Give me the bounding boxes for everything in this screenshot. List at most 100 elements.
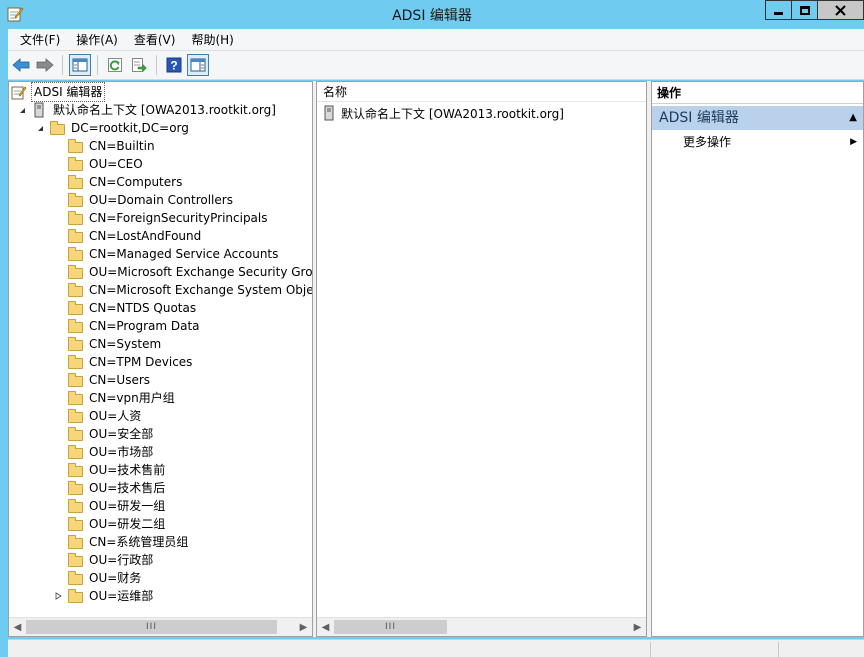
folder-icon <box>67 552 83 568</box>
tree-node-label: OU=财务 <box>89 571 142 585</box>
collapse-icon[interactable] <box>35 119 45 137</box>
scroll-right-arrow-icon[interactable]: ▶ <box>295 618 312 636</box>
folder-icon <box>67 444 83 460</box>
menu-bar: 文件(F) 操作(A) 查看(V) 帮助(H) <box>8 29 864 51</box>
export-list-button[interactable] <box>128 54 150 76</box>
action-group-label: ADSI 编辑器 <box>659 110 739 126</box>
forward-icon <box>36 58 54 72</box>
maximize-button[interactable] <box>791 0 818 20</box>
tree-node[interactable]: CN=Program Data <box>53 317 202 335</box>
close-button[interactable] <box>817 0 864 20</box>
tree-node-label: CN=ForeignSecurityPrincipals <box>89 211 268 225</box>
tree-node[interactable]: CN=TPM Devices <box>53 353 194 371</box>
folder-icon <box>67 210 83 226</box>
tree-node[interactable]: CN=vpn用户组 <box>53 389 177 407</box>
tree-node-label: CN=vpn用户组 <box>89 391 175 405</box>
tree-node[interactable]: OU=Microsoft Exchange Security Grou <box>53 263 312 281</box>
tree-node-label: OU=研发一组 <box>89 499 166 513</box>
tree-root-node[interactable]: ADSI 编辑器 <box>11 82 106 102</box>
title-bar: ADSI 编辑器 <box>0 0 864 28</box>
tree-node[interactable]: OU=Domain Controllers <box>53 191 235 209</box>
tree-node[interactable]: CN=Microsoft Exchange System Objec <box>53 281 312 299</box>
tree-domain-node[interactable]: DC=rootkit,DC=org <box>35 119 191 137</box>
back-icon <box>12 58 30 72</box>
tree-node-label: CN=Users <box>89 373 151 387</box>
folder-icon <box>67 318 83 334</box>
more-actions-label: 更多操作 <box>683 135 732 149</box>
toolbar-separator <box>62 55 63 75</box>
show-hide-action-pane-button[interactable] <box>187 54 209 76</box>
tree-node-label: OU=Microsoft Exchange Security Grou <box>89 265 312 279</box>
scrollbar-thumb[interactable]: III <box>334 620 447 634</box>
tree-node[interactable]: OU=研发一组 <box>53 497 167 515</box>
folder-icon <box>67 264 83 280</box>
column-header-name[interactable]: 名称 <box>317 82 646 102</box>
tree-node[interactable]: CN=LostAndFound <box>53 227 203 245</box>
window-title: ADSI 编辑器 <box>392 8 472 24</box>
scroll-left-arrow-icon[interactable]: ◀ <box>9 618 26 636</box>
tree-node[interactable]: OU=研发二组 <box>53 515 167 533</box>
back-button[interactable] <box>10 54 32 76</box>
folder-icon <box>67 588 83 604</box>
scroll-left-arrow-icon[interactable]: ◀ <box>317 618 334 636</box>
server-icon <box>323 105 337 121</box>
expand-icon[interactable] <box>53 587 63 605</box>
tree-horizontal-scrollbar[interactable]: ◀ III ▶ <box>9 617 312 636</box>
toolbar-separator <box>97 55 98 75</box>
collapse-up-icon[interactable]: ▲ <box>849 106 857 130</box>
menu-action[interactable]: 操作(A) <box>68 30 126 50</box>
toolbar: ? <box>8 51 864 80</box>
tree-node[interactable]: OU=CEO <box>53 155 145 173</box>
toolbar-separator <box>156 55 157 75</box>
tree-context-node[interactable]: 默认命名上下文 [OWA2013.rootkit.org] <box>17 101 278 119</box>
tree-node[interactable]: OU=运维部 <box>53 587 155 605</box>
menu-view[interactable]: 查看(V) <box>126 30 184 50</box>
close-icon <box>835 4 846 16</box>
tree-domain-label: DC=rootkit,DC=org <box>71 121 189 135</box>
folder-icon <box>67 534 83 550</box>
refresh-button[interactable] <box>104 54 126 76</box>
tree-node[interactable]: OU=技术售后 <box>53 479 167 497</box>
menu-file[interactable]: 文件(F) <box>12 30 68 50</box>
more-actions-item[interactable]: 更多操作 ▶ <box>683 133 863 151</box>
tree-node[interactable]: OU=行政部 <box>53 551 155 569</box>
tree-node[interactable]: OU=技术售前 <box>53 461 167 479</box>
tree-node-label: OU=研发二组 <box>89 517 166 531</box>
tree-node[interactable]: CN=系统管理员组 <box>53 533 190 551</box>
tree-node[interactable]: OU=财务 <box>53 569 143 587</box>
tree-node[interactable]: CN=NTDS Quotas <box>53 299 198 317</box>
action-group-header[interactable]: ADSI 编辑器 ▲ <box>652 106 863 130</box>
collapse-icon[interactable] <box>17 101 27 119</box>
results-horizontal-scrollbar[interactable]: ◀ III ▶ <box>317 617 646 636</box>
menu-help[interactable]: 帮助(H) <box>183 30 241 50</box>
tree-node[interactable]: CN=Computers <box>53 173 184 191</box>
console-tree: ADSI 编辑器 默认命名上下文 [OWA2013.rootkit.org] D… <box>9 82 312 617</box>
tree-node[interactable]: CN=Users <box>53 371 152 389</box>
tree-node[interactable]: OU=安全部 <box>53 425 155 443</box>
tree-node-label: OU=行政部 <box>89 553 154 567</box>
minimize-button[interactable] <box>765 0 792 20</box>
scroll-right-arrow-icon[interactable]: ▶ <box>629 618 646 636</box>
tree-node[interactable]: CN=Builtin <box>53 137 157 155</box>
tree-node[interactable]: OU=人资 <box>53 407 143 425</box>
folder-icon <box>67 570 83 586</box>
list-item[interactable]: 默认命名上下文 [OWA2013.rootkit.org] <box>323 104 564 122</box>
show-hide-console-tree-button[interactable] <box>69 54 91 76</box>
tree-node-label: CN=Program Data <box>89 319 200 333</box>
tree-node-label: OU=技术售前 <box>89 463 166 477</box>
folder-icon <box>67 246 83 262</box>
tree-node[interactable]: CN=System <box>53 335 163 353</box>
tree-node[interactable]: OU=市场部 <box>53 443 155 461</box>
scrollbar-thumb[interactable]: III <box>26 620 277 634</box>
tree-node[interactable]: CN=ForeignSecurityPrincipals <box>53 209 270 227</box>
tree-node[interactable]: CN=Managed Service Accounts <box>53 245 280 263</box>
forward-button[interactable] <box>34 54 56 76</box>
help-button[interactable]: ? <box>163 54 185 76</box>
